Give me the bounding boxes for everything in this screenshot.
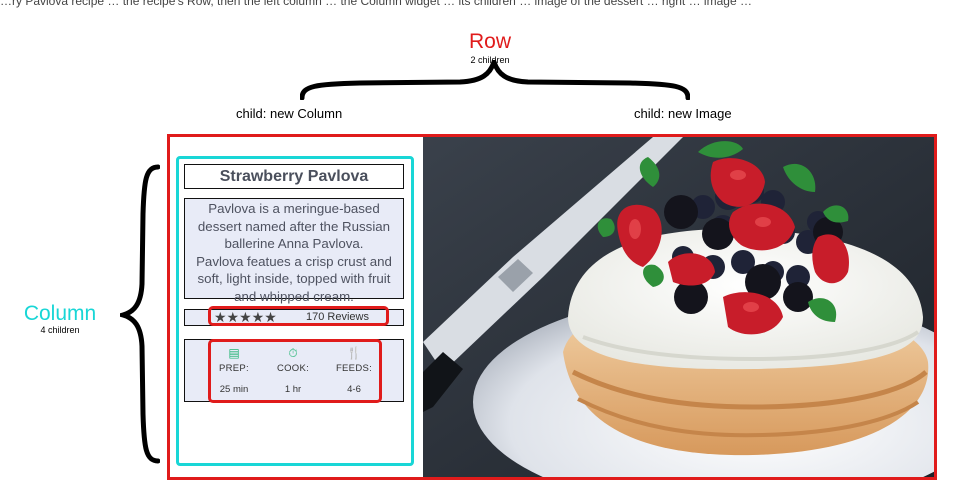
recipe-description: Pavlova is a meringue-based dessert name… [184, 198, 404, 304]
top-caption: …ry Pavlova recipe … the recipe's Row, t… [0, 0, 752, 8]
row-brace-icon [300, 60, 690, 100]
column-children-count: 4 children [40, 325, 80, 335]
rating-highlight-box [208, 306, 389, 326]
info-highlight-box [208, 339, 382, 403]
row-title: Row [468, 30, 511, 53]
description-line: and whipped cream. [234, 288, 354, 304]
column-title: Column [23, 302, 97, 325]
recipe-title: Strawberry Pavlova [184, 164, 404, 189]
description-line: ballerine Anna Pavlova. [224, 236, 364, 252]
description-line: dessert named after the Russian [197, 218, 391, 234]
pavlova-photo [423, 137, 934, 477]
description-line: Pavlova featues a crisp crust and [196, 253, 392, 269]
description-line: soft, light inside, topped with fruit [197, 271, 391, 287]
column-brace-icon [120, 164, 160, 464]
child-image-label: child: new Image [634, 106, 732, 121]
child-column-label: child: new Column [236, 106, 343, 121]
pavlova-image [423, 137, 934, 477]
description-line: Pavlova is a meringue-based [208, 201, 380, 216]
